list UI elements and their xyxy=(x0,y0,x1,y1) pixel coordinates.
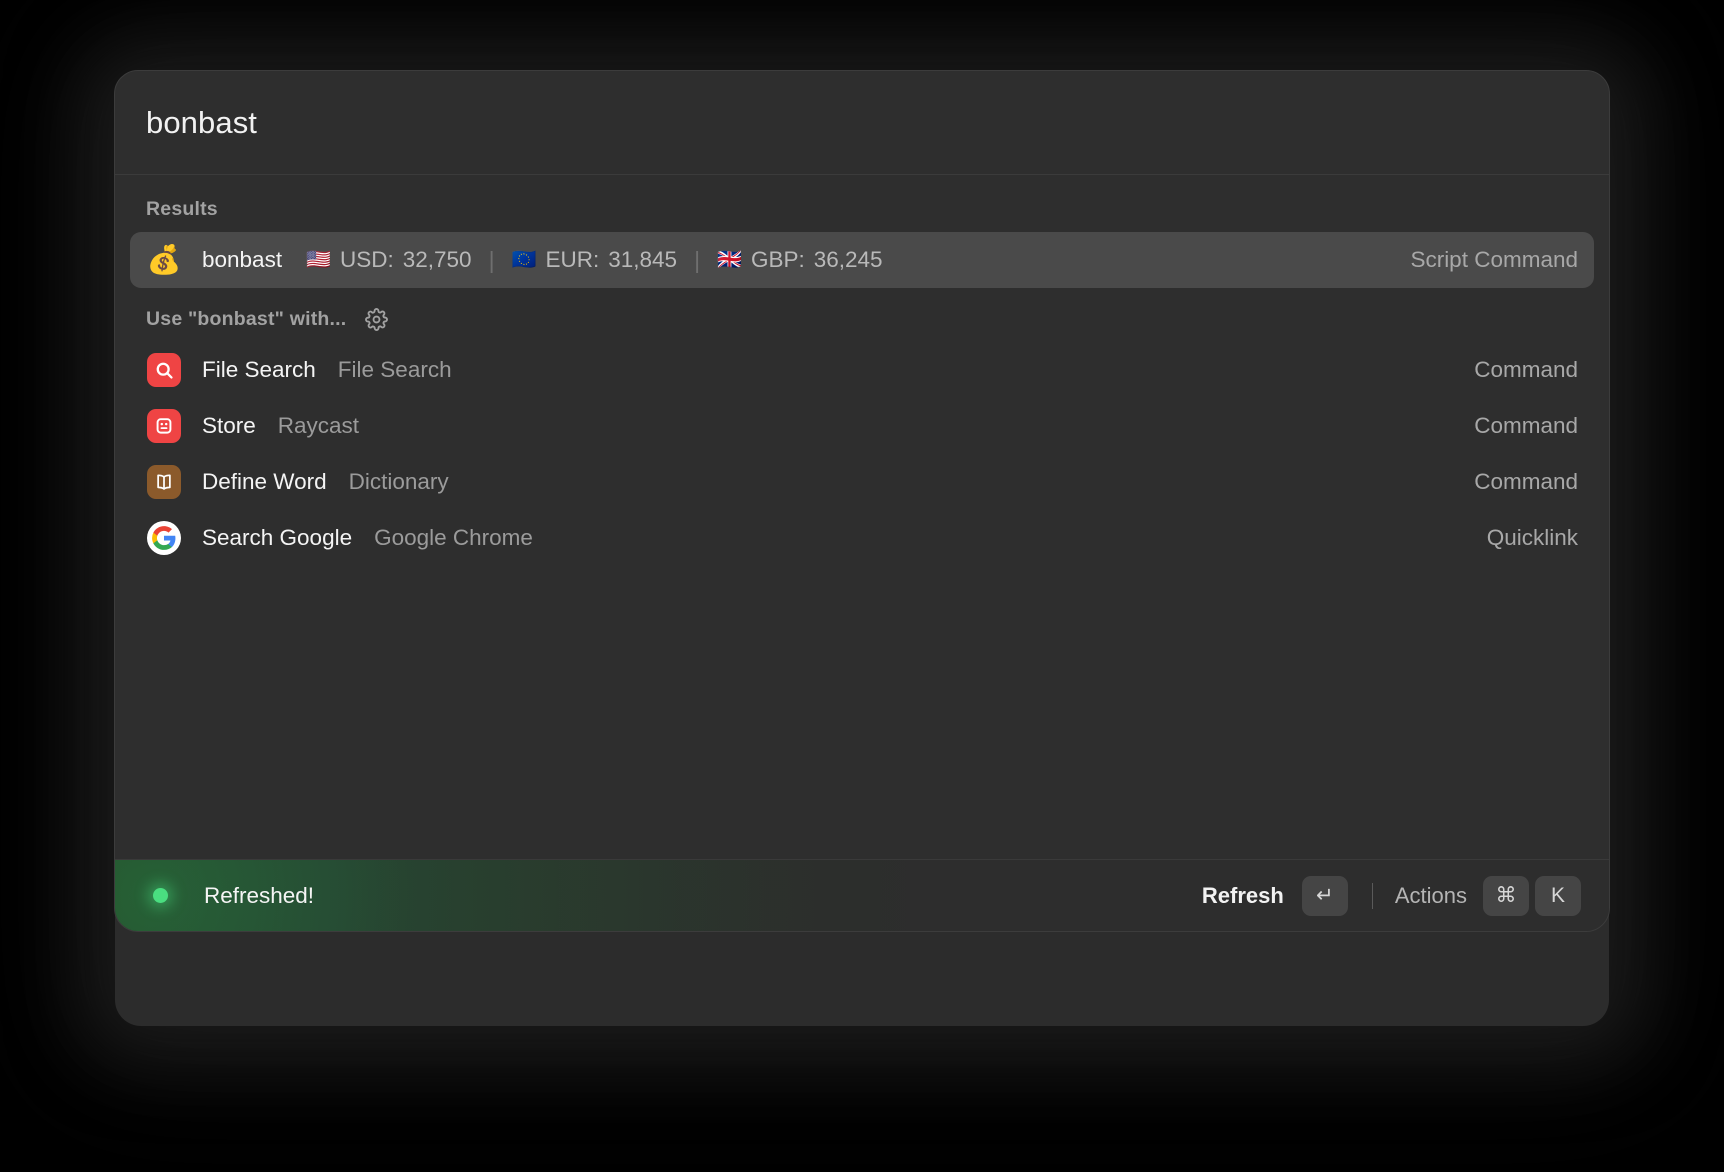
section-header-use-with: Use "bonbast" with... xyxy=(115,288,1609,342)
k-key-badge[interactable]: K xyxy=(1535,875,1581,916)
magnifier-icon xyxy=(147,353,181,387)
flag-gbp-icon: 🇬🇧 xyxy=(717,249,742,271)
enter-key-badge[interactable]: ↵ xyxy=(1301,875,1348,916)
search-bar xyxy=(115,71,1609,175)
row-icon-wrapper xyxy=(146,520,182,556)
rate-usd: 🇺🇸 USD: 32,750 xyxy=(306,247,472,273)
list-item-subtitle: File Search xyxy=(337,357,452,382)
list-item-file-search[interactable]: File Search File Search Command xyxy=(130,342,1594,398)
currency-rates: 🇺🇸 USD: 32,750 | 🇪🇺 EUR: 31,845 | 🇬🇧 GBP… xyxy=(306,247,882,274)
google-logo-icon xyxy=(147,521,181,555)
list-item-type: Command xyxy=(1474,413,1578,438)
status-text: Refreshed! xyxy=(204,882,315,908)
gear-icon[interactable] xyxy=(365,308,389,331)
command-key-badge[interactable]: ⌘ xyxy=(1483,875,1529,916)
flag-eur-icon: 🇪🇺 xyxy=(511,249,537,271)
footer-actions: Refresh ↵ Actions ⌘ K xyxy=(1202,875,1587,916)
rate-eur-label: EUR: xyxy=(545,247,600,272)
rate-eur: 🇪🇺 EUR: 31,845 xyxy=(512,247,678,273)
list-item-title: Search Google xyxy=(202,525,353,550)
raycast-store-icon xyxy=(147,409,181,443)
list-item-type: Quicklink xyxy=(1486,525,1578,550)
list-item-store[interactable]: Store Raycast Command xyxy=(130,398,1594,454)
row-icon-wrapper xyxy=(146,464,182,500)
result-row-type: Script Command xyxy=(1410,247,1578,272)
list-item-subtitle: Raycast xyxy=(277,413,360,438)
section-header-use-with-label: Use "bonbast" with... xyxy=(146,308,347,330)
list-item-type: Command xyxy=(1474,469,1578,494)
rate-eur-value: 31,845 xyxy=(608,247,678,272)
rate-gbp: 🇬🇧 GBP: 36,245 xyxy=(717,247,883,273)
status-indicator-dot xyxy=(153,888,168,903)
rate-gbp-label: GBP: xyxy=(750,247,805,272)
rate-separator-1: | xyxy=(488,246,495,273)
rate-usd-value: 32,750 xyxy=(402,247,472,272)
search-input[interactable] xyxy=(146,104,1578,141)
section-header-results-label: Results xyxy=(146,198,218,220)
money-bag-icon: 💰 xyxy=(146,244,182,275)
actions-label[interactable]: Actions xyxy=(1395,883,1467,909)
row-icon-wrapper xyxy=(146,352,182,388)
list-item-define-word[interactable]: Define Word Dictionary Command xyxy=(130,454,1594,510)
row-icon-wrapper xyxy=(146,408,182,444)
result-row-title: bonbast xyxy=(202,247,283,272)
list-item-search-google[interactable]: Search Google Google Chrome Quicklink xyxy=(130,510,1594,566)
footer-divider xyxy=(1371,882,1373,909)
list-item-title: Define Word xyxy=(202,469,327,494)
results-list: Results 💰 bonbast 🇺🇸 USD: 32,750 | 🇪🇺 EU… xyxy=(115,175,1609,859)
flag-usd-icon: 🇺🇸 xyxy=(306,249,331,271)
open-book-icon xyxy=(147,465,181,499)
launcher-window: Results 💰 bonbast 🇺🇸 USD: 32,750 | 🇪🇺 EU… xyxy=(114,70,1610,932)
rate-usd-label: USD: xyxy=(339,247,394,272)
result-row-bonbast[interactable]: 💰 bonbast 🇺🇸 USD: 32,750 | 🇪🇺 EUR: 31,84… xyxy=(130,232,1594,288)
list-item-title: File Search xyxy=(202,357,316,382)
footer-bar: Refreshed! Refresh ↵ Actions ⌘ K xyxy=(115,859,1609,931)
list-item-subtitle: Dictionary xyxy=(348,469,449,494)
rate-separator-2: | xyxy=(694,246,701,273)
list-item-type: Command xyxy=(1474,357,1578,382)
refresh-action-label[interactable]: Refresh xyxy=(1202,883,1284,909)
list-item-subtitle: Google Chrome xyxy=(374,525,533,550)
section-header-results: Results xyxy=(115,189,1609,232)
list-item-title: Store xyxy=(202,413,256,438)
rate-gbp-value: 36,245 xyxy=(813,247,883,272)
